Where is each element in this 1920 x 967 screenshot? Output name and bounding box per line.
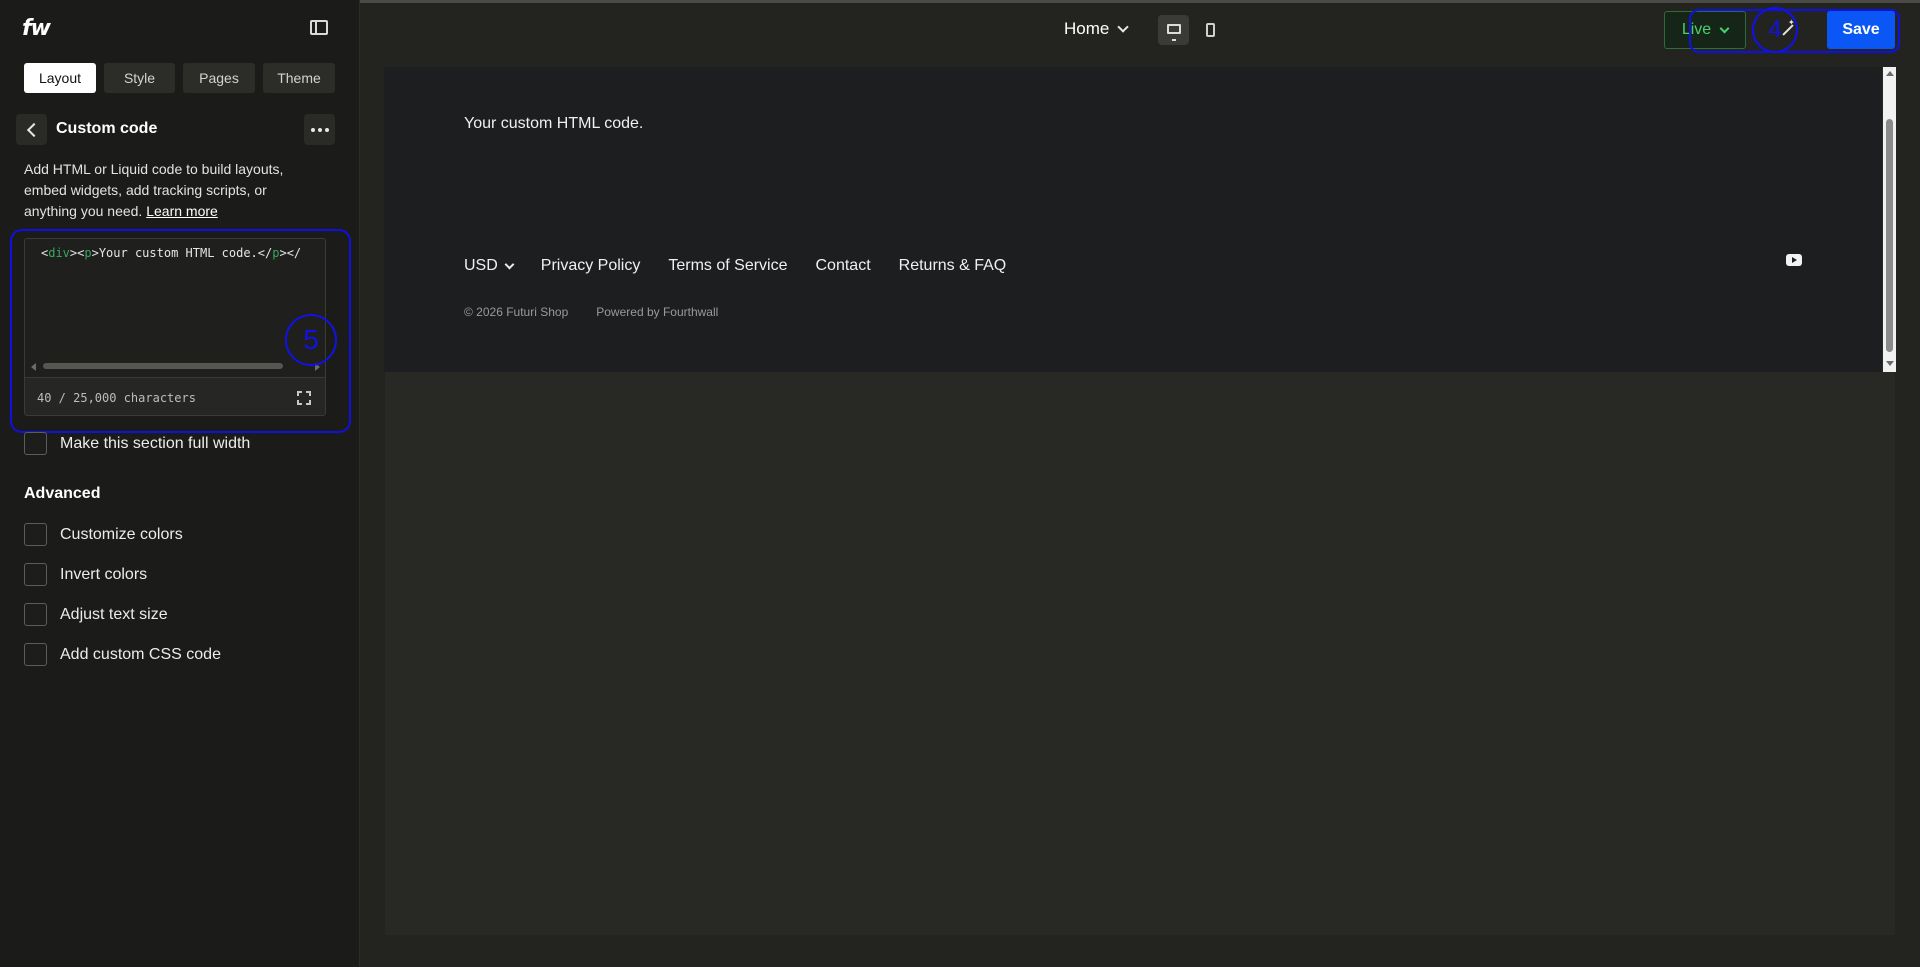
sidebar-tabs: Layout Style Pages Theme [24, 63, 335, 93]
custom-html-preview-text: Your custom HTML code. [464, 115, 644, 132]
full-width-label: Make this section full width [60, 434, 251, 452]
full-width-option[interactable]: Make this section full width [24, 432, 250, 455]
character-count: 40 / 25,000 characters [37, 391, 196, 405]
more-dot-icon [317, 127, 322, 132]
horizontal-scrollbar[interactable] [43, 363, 283, 369]
custom-css-label: Add custom CSS code [60, 645, 221, 663]
mobile-view-button[interactable] [1196, 15, 1224, 45]
adjust-text-size-option[interactable]: Adjust text size [24, 603, 168, 626]
learn-more-link[interactable]: Learn more [146, 203, 218, 219]
more-dot-icon [324, 127, 329, 132]
desktop-icon [1166, 23, 1181, 41]
invert-colors-option[interactable]: Invert colors [24, 563, 147, 586]
code-token: >Your custom HTML code.</ [91, 246, 273, 260]
mobile-icon [1205, 23, 1215, 37]
code-token-tag: div [48, 246, 70, 260]
page-select-label: Home [1064, 19, 1110, 38]
magic-wand-icon[interactable] [1780, 18, 1796, 38]
editor-sidebar: fw Layout Style Pages Theme Custom code … [0, 0, 360, 967]
custom-css-option[interactable]: Add custom CSS code [24, 643, 221, 666]
powered-by-text: Powered by Fourthwall [596, 305, 719, 319]
footer-links: USD Privacy Policy Terms of Service Cont… [464, 257, 1034, 275]
scroll-left-icon[interactable] [31, 363, 36, 371]
code-token: ></ [279, 246, 302, 260]
tab-theme[interactable]: Theme [263, 63, 335, 93]
scrollbar-thumb[interactable] [1886, 119, 1893, 352]
returns-faq-link[interactable]: Returns & FAQ [899, 257, 1007, 275]
code-token-tag: p [84, 246, 92, 260]
annotation-marker: 5 [285, 314, 337, 366]
tab-style[interactable]: Style [104, 63, 175, 93]
tab-layout[interactable]: Layout [24, 63, 96, 93]
save-button[interactable]: Save [1827, 11, 1895, 49]
more-dot-icon [310, 127, 315, 132]
adjust-text-size-checkbox[interactable] [24, 603, 47, 626]
code-token: >< [69, 246, 85, 260]
chevron-down-icon [1117, 21, 1130, 33]
invert-colors-label: Invert colors [60, 565, 148, 583]
footer-legal: © 2026 Futuri Shop Powered by Fourthwall [464, 305, 718, 319]
currency-label: USD [464, 257, 498, 274]
desktop-view-button[interactable] [1158, 15, 1189, 45]
currency-selector[interactable]: USD [464, 257, 515, 275]
customize-colors-checkbox[interactable] [24, 523, 47, 546]
customize-colors-option[interactable]: Customize colors [24, 523, 183, 546]
scroll-down-icon[interactable] [1886, 361, 1894, 366]
privacy-policy-link[interactable]: Privacy Policy [541, 257, 641, 275]
invert-colors-checkbox[interactable] [24, 563, 47, 586]
section-title: Custom code [56, 120, 158, 137]
code-editor[interactable]: <div><p>Your custom HTML code.</p></ 40 … [24, 238, 326, 416]
adjust-text-size-label: Adjust text size [60, 605, 168, 623]
back-button[interactable] [16, 114, 47, 145]
copyright-text: © 2026 Futuri Shop [464, 305, 569, 319]
terms-of-service-link[interactable]: Terms of Service [668, 257, 787, 275]
preview-section: Your custom HTML code. USD Privacy Polic… [384, 67, 1882, 372]
page-select-dropdown[interactable]: Home [1064, 19, 1130, 39]
contact-link[interactable]: Contact [816, 257, 871, 275]
code-editor-line[interactable]: <div><p>Your custom HTML code.</p></ [41, 246, 301, 260]
section-description: Add HTML or Liquid code to build layouts… [24, 159, 314, 222]
full-width-checkbox[interactable] [24, 432, 47, 455]
youtube-icon[interactable] [1786, 254, 1802, 266]
scroll-up-icon[interactable] [1886, 71, 1894, 76]
customize-colors-label: Customize colors [60, 525, 183, 543]
sidebar-toggle-icon[interactable] [310, 20, 328, 35]
more-options-button[interactable] [304, 114, 335, 145]
advanced-heading: Advanced [24, 485, 101, 502]
tab-pages[interactable]: Pages [183, 63, 255, 93]
preview-vertical-scrollbar[interactable] [1883, 67, 1896, 372]
expand-icon[interactable] [297, 391, 311, 405]
code-editor-footer: 40 / 25,000 characters [25, 377, 325, 415]
chevron-down-icon [504, 259, 515, 269]
custom-css-checkbox[interactable] [24, 643, 47, 666]
app-logo: fw [22, 16, 51, 41]
